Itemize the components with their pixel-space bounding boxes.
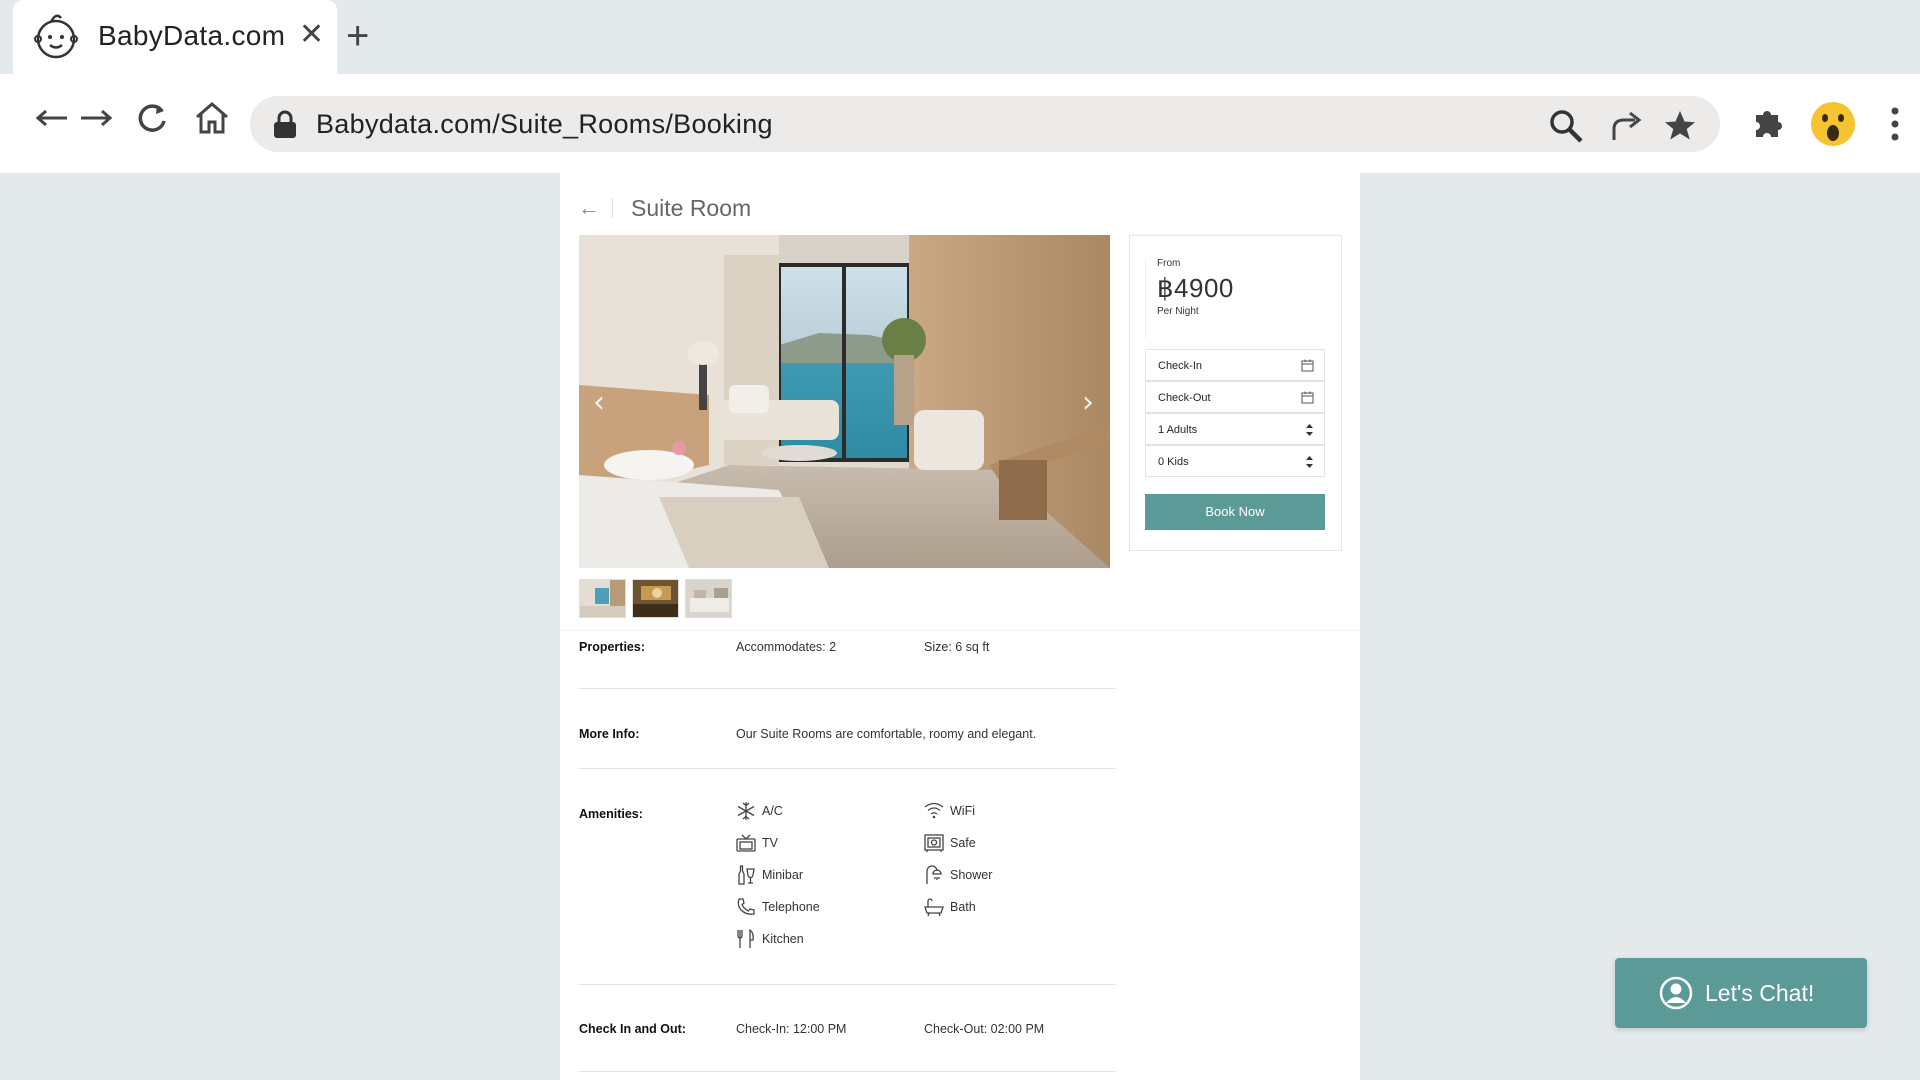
share-icon[interactable]	[1606, 106, 1646, 146]
thumbnail-2[interactable]	[632, 579, 679, 618]
amenity-label: Telephone	[762, 900, 820, 914]
carousel-next-button[interactable]: ›	[1082, 385, 1094, 420]
booking-panel: From ฿4900 Per Night Check-In Check-Out …	[1129, 235, 1342, 551]
amenity-tv: TV	[736, 833, 778, 853]
amenities-label: Amenities:	[579, 807, 643, 821]
baby-face-icon	[34, 14, 78, 59]
menu-icon[interactable]	[1871, 96, 1919, 152]
check-out-field[interactable]: Check-Out	[1145, 381, 1325, 413]
minibar-icon	[738, 865, 755, 885]
check-out-label: Check-Out	[1158, 392, 1211, 404]
properties-label: Properties:	[579, 640, 645, 654]
amenity-wifi: WiFi	[924, 801, 975, 821]
new-tab-button[interactable]: +	[346, 16, 369, 56]
amenity-kitchen: Kitchen	[736, 929, 804, 949]
check-in-field[interactable]: Check-In	[1145, 349, 1325, 381]
stepper-arrows-icon[interactable]	[1305, 423, 1314, 437]
amenity-label: Minibar	[762, 868, 803, 882]
amenity-shower: Shower	[924, 865, 992, 885]
search-icon[interactable]	[1546, 106, 1586, 146]
amenity-bath: Bath	[924, 897, 976, 917]
amenity-ac: A/C	[736, 801, 783, 821]
chat-label: Let's Chat!	[1705, 979, 1815, 1006]
section-divider	[560, 630, 1360, 631]
amenity-label: Safe	[950, 836, 976, 850]
tv-icon	[736, 834, 756, 852]
profile-avatar-icon[interactable]	[1809, 96, 1857, 152]
thumbnail-strip	[579, 579, 732, 618]
divider	[579, 688, 1116, 689]
divider	[579, 1071, 1116, 1072]
user-avatar-icon	[1659, 976, 1693, 1010]
home-icon[interactable]	[192, 98, 232, 138]
size-value: Size: 6 sq ft	[924, 640, 990, 654]
wifi-icon	[924, 802, 944, 819]
extensions-icon[interactable]	[1743, 96, 1791, 152]
thumbnail-1[interactable]	[579, 579, 626, 618]
from-label: From	[1157, 258, 1181, 269]
shower-icon	[926, 865, 942, 884]
adults-value: 1 Adults	[1158, 424, 1198, 436]
bathtub-icon	[924, 898, 944, 917]
thumbnail-3[interactable]	[685, 579, 732, 618]
check-times-label: Check In and Out:	[579, 1022, 686, 1036]
back-icon[interactable]	[32, 98, 72, 138]
per-night-label: Per Night	[1157, 306, 1199, 317]
bookmark-star-icon[interactable]	[1660, 106, 1700, 146]
safe-icon	[924, 834, 944, 852]
page-title: Suite Room	[631, 194, 752, 221]
snowflake-icon	[737, 802, 755, 820]
amenity-label: Bath	[950, 900, 976, 914]
kids-value: 0 Kids	[1158, 456, 1189, 468]
check-out-time: Check-Out: 02:00 PM	[924, 1022, 1045, 1036]
lock-icon	[274, 110, 296, 138]
book-now-button[interactable]: Book Now	[1145, 494, 1325, 530]
calendar-icon	[1301, 391, 1314, 404]
price-block: From ฿4900 Per Night	[1145, 258, 1325, 338]
check-in-label: Check-In	[1158, 360, 1203, 372]
amenity-label: WiFi	[950, 804, 975, 818]
back-arrow-icon[interactable]: ←	[578, 195, 606, 221]
room-photo-carousel[interactable]: ‹ ›	[579, 235, 1110, 568]
browser-toolbar: Babydata.com/Suite_Rooms/Booking	[0, 74, 1920, 173]
address-bar[interactable]: Babydata.com/Suite_Rooms/Booking	[250, 96, 1720, 152]
header-divider	[612, 198, 613, 218]
kids-stepper[interactable]: 0 Kids	[1145, 445, 1325, 477]
tab-strip: BabyData.com ✕ +	[0, 0, 1920, 74]
more-info-label: More Info:	[579, 727, 640, 741]
price: ฿4900	[1157, 273, 1234, 303]
amenity-label: Kitchen	[762, 932, 804, 946]
adults-stepper[interactable]: 1 Adults	[1145, 413, 1325, 445]
forward-icon[interactable]	[76, 98, 116, 138]
amenity-safe: Safe	[924, 833, 976, 853]
carousel-prev-button[interactable]: ‹	[593, 385, 605, 420]
more-info-text: Our Suite Rooms are comfortable, roomy a…	[736, 727, 1037, 741]
stepper-arrows-icon[interactable]	[1305, 455, 1314, 469]
amenity-label: TV	[762, 836, 778, 850]
amenity-label: A/C	[762, 804, 783, 818]
reload-icon[interactable]	[132, 98, 172, 138]
calendar-icon	[1301, 359, 1314, 372]
fork-knife-icon	[737, 929, 754, 948]
amenity-telephone: Telephone	[736, 897, 820, 917]
tab-close-button[interactable]: ✕	[299, 20, 324, 50]
check-in-time: Check-In: 12:00 PM	[736, 1022, 847, 1036]
url-text[interactable]: Babydata.com/Suite_Rooms/Booking	[316, 109, 773, 140]
divider	[579, 768, 1116, 769]
divider	[579, 984, 1116, 985]
amenity-label: Shower	[950, 868, 993, 882]
page-header: ← Suite Room	[578, 193, 751, 223]
browser-tab[interactable]: BabyData.com ✕	[13, 0, 337, 74]
telephone-icon	[737, 898, 755, 915]
booking-page: ← Suite Room ‹ › From ฿4900 Per Night Ch…	[560, 173, 1360, 1080]
amenity-minibar: Minibar	[736, 865, 803, 885]
tab-title: BabyData.com	[98, 20, 286, 51]
accommodates-value: Accommodates: 2	[736, 640, 837, 654]
room-photo	[579, 235, 1110, 568]
lets-chat-button[interactable]: Let's Chat!	[1615, 958, 1867, 1028]
